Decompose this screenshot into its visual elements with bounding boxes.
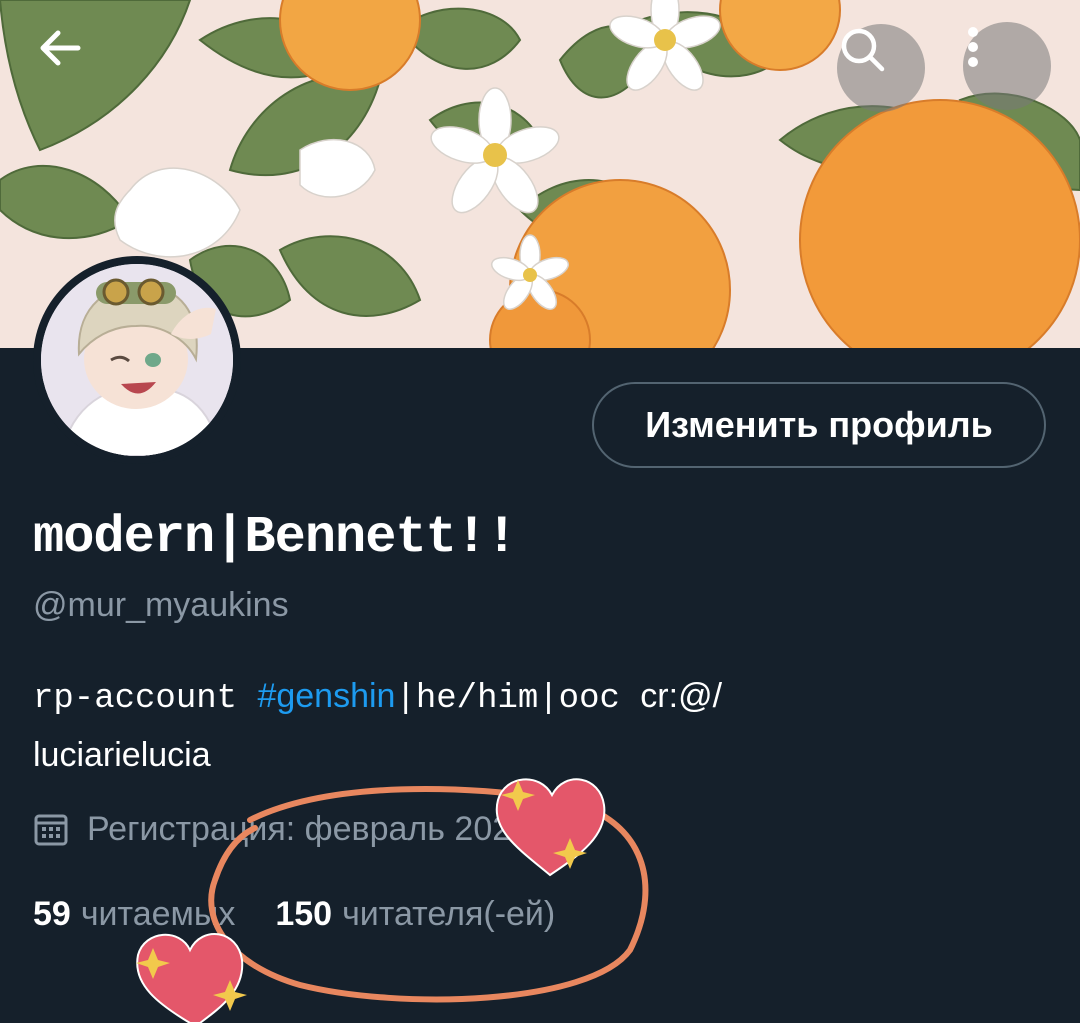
followers-count: 150 xyxy=(275,895,333,933)
calendar-icon xyxy=(34,814,68,845)
following-count: 59 xyxy=(33,895,71,933)
bio-text: cr:@/ xyxy=(640,677,723,715)
edit-profile-button[interactable]: Изменить профиль xyxy=(592,382,1046,468)
back-button[interactable] xyxy=(34,22,122,110)
user-handle: @mur_myaukins xyxy=(33,586,289,624)
profile-bio: rp-account #genshin|he/him|ooc cr:@/ luc… xyxy=(33,668,1043,783)
avatar-image xyxy=(41,264,233,456)
followers-label: читателя(-ей) xyxy=(342,895,556,933)
followers-link[interactable]: 150 читателя(-ей) xyxy=(275,895,555,934)
following-link[interactable]: 59 читаемых xyxy=(33,895,235,934)
arrow-left-icon xyxy=(40,30,81,66)
bio-text: rp-account xyxy=(33,680,258,718)
more-vertical-icon xyxy=(968,27,978,67)
joined-date-text: Регистрация: февраль 2021 г. xyxy=(87,810,558,848)
bio-text: |he/him|ooc xyxy=(395,680,641,718)
more-button[interactable] xyxy=(963,22,1051,110)
bio-text: luciarielucia xyxy=(33,736,211,774)
following-label: читаемых xyxy=(80,895,236,933)
joined-date: Регистрация: февраль 2021 г. xyxy=(33,810,557,849)
bio-hashtag-link[interactable]: #genshin xyxy=(257,677,395,715)
display-name: modern|Bennett!! xyxy=(33,508,517,567)
follow-stats: 59 читаемых 150 читателя(-ей) xyxy=(33,895,555,934)
search-button[interactable] xyxy=(837,24,925,112)
search-icon xyxy=(841,28,885,72)
avatar[interactable] xyxy=(33,256,241,464)
heart-sticker-icon xyxy=(136,933,247,1023)
